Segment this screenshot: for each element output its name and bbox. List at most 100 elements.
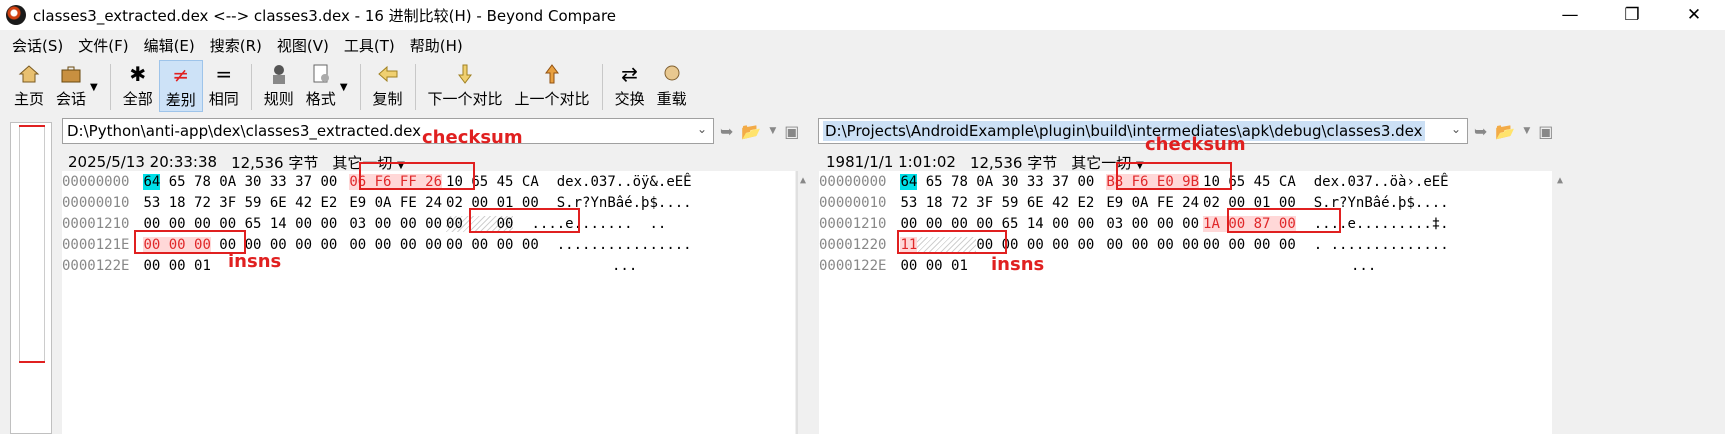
right-open-folder-icon[interactable]: 📂 <box>1495 122 1515 141</box>
hex-bytes-rest: 65 78 0A 30 33 37 00 <box>160 173 338 190</box>
copy-button[interactable]: 复制 <box>367 60 409 112</box>
same-label: 相同 <box>208 90 239 108</box>
offset-label: 0000122E <box>819 257 887 274</box>
left-scrollbar[interactable] <box>796 171 798 434</box>
arrow-down-icon <box>453 62 477 86</box>
not-equal-icon: ≠ <box>172 63 190 87</box>
menu-bar: 会话(S) 文件(F) 编辑(E) 搜索(R) 视图(V) 工具(T) 帮助(H… <box>0 32 1725 58</box>
thumbnail-overview[interactable] <box>10 122 52 434</box>
hex-bytes: 00 00 00 00 <box>446 236 539 253</box>
reload-icon <box>660 62 684 86</box>
offset-label: 00001210 <box>62 215 130 232</box>
hex-bytes: E9 0A FE 24 <box>349 194 443 211</box>
cursor-byte: 64 <box>900 173 918 190</box>
toolbar-separator <box>601 64 603 110</box>
left-hex-view[interactable]: 00000000 64 65 78 0A 30 33 37 00 06 F6 F… <box>62 127 806 434</box>
menu-search[interactable]: 搜索(R) <box>204 35 271 56</box>
format-document-icon <box>309 62 333 86</box>
reload-label: 重载 <box>656 90 687 108</box>
insns-annotation: insns <box>228 251 282 272</box>
hex-bytes: 03 00 00 00 <box>1106 215 1200 232</box>
show-all-button[interactable]: ✱ 全部 <box>117 60 159 112</box>
menu-edit[interactable]: 编辑(E) <box>138 35 204 56</box>
hex-bytes: 00 00 01 <box>143 257 211 274</box>
equal-icon: = <box>215 62 233 86</box>
right-path-input[interactable]: D:\Projects\AndroidExample\plugin\build\… <box>818 118 1468 144</box>
swap-button[interactable]: ⇄ 交换 <box>609 60 651 112</box>
rules-button[interactable]: 规则 <box>258 60 300 112</box>
hex-bytes: 00 00 00 00 <box>349 236 443 253</box>
hex-bytes: 64 65 78 0A 30 33 37 00 <box>900 173 1094 190</box>
toolbar-separator <box>109 64 111 110</box>
hex-bytes: 00 00 00 00 <box>1106 236 1200 253</box>
insns-annotation: insns <box>991 254 1045 275</box>
left-sync-icon[interactable]: ➥ <box>720 122 733 141</box>
left-save-icon[interactable]: ▣ <box>784 122 799 141</box>
home-label: 主页 <box>14 90 45 108</box>
prev-diff-label: 上一个对比 <box>514 90 590 108</box>
text-column: ... <box>1351 257 1377 274</box>
right-folder-dropdown-icon[interactable]: ▼ <box>1523 126 1530 136</box>
text-column: ... <box>612 257 638 274</box>
next-diff-button[interactable]: 下一个对比 <box>422 60 509 112</box>
briefcase-icon <box>59 62 83 86</box>
session-label: 会话 <box>56 90 87 108</box>
session-dropdown-icon[interactable]: ▼ <box>90 82 98 93</box>
offset-label: 00000000 <box>819 173 887 190</box>
left-date: 2025/5/13 20:33:38 <box>68 153 218 171</box>
session-button[interactable]: 会话 <box>50 60 92 112</box>
offset-label: 0000121E <box>62 236 130 253</box>
diff-marker <box>19 361 45 363</box>
hex-bytes: E9 0A FE 24 <box>1106 194 1200 211</box>
menu-view[interactable]: 视图(V) <box>271 35 338 56</box>
chevron-down-icon[interactable]: ⌄ <box>1451 122 1461 136</box>
scroll-up-icon[interactable]: ▲ <box>800 175 806 186</box>
right-sync-icon[interactable]: ➥ <box>1474 122 1487 141</box>
format-dropdown-icon[interactable]: ▼ <box>340 82 348 93</box>
arrow-left-icon <box>376 62 400 86</box>
hex-bytes: 03 00 00 00 <box>349 215 443 232</box>
right-size: 12,536 字节 <box>969 153 1058 172</box>
text-column: dex.037..öÿ&.eEÊ <box>556 173 692 190</box>
overview-track <box>19 125 45 363</box>
scroll-up-icon[interactable]: ▲ <box>1557 175 1563 186</box>
hex-bytes: 00 00 00 00 <box>1203 236 1296 253</box>
chevron-down-icon[interactable]: ⌄ <box>697 122 707 136</box>
left-path-input[interactable]: D:\Python\anti-app\dex\classes3_extracte… <box>62 118 714 144</box>
arrow-up-icon <box>540 62 564 86</box>
diff-marker <box>19 125 45 127</box>
reload-button[interactable]: 重载 <box>651 60 693 112</box>
right-hex-view[interactable]: 00000000 64 65 78 0A 30 33 37 00 B8 F6 E… <box>819 134 1563 434</box>
cursor-byte: 64 <box>143 173 161 190</box>
offset-label: 00000000 <box>62 173 130 190</box>
prev-diff-button[interactable]: 上一个对比 <box>509 60 596 112</box>
hex-bytes: 53 18 72 3F 59 6E 42 E2 <box>143 194 338 211</box>
left-folder-dropdown-icon[interactable]: ▼ <box>769 126 776 136</box>
maximize-button[interactable]: ❐ <box>1601 0 1663 30</box>
right-path-text: D:\Projects\AndroidExample\plugin\build\… <box>823 121 1425 141</box>
text-column: dex.037..öà›.eEÊ <box>1313 173 1449 190</box>
show-diff-button[interactable]: ≠ 差别 <box>158 60 203 112</box>
minimize-button[interactable]: — <box>1539 0 1601 30</box>
referee-icon <box>267 62 291 86</box>
home-button[interactable]: 主页 <box>8 60 50 112</box>
text-column: . .............. <box>1313 236 1449 253</box>
right-save-icon[interactable]: ▣ <box>1538 122 1553 141</box>
swap-icon: ⇄ <box>621 62 638 86</box>
offset-label: 0000122E <box>62 257 130 274</box>
left-open-folder-icon[interactable]: 📂 <box>741 122 761 141</box>
format-button[interactable]: 格式 <box>300 60 342 112</box>
hex-bytes: 00 00 01 <box>900 257 968 274</box>
menu-tools[interactable]: 工具(T) <box>338 35 404 56</box>
menu-help[interactable]: 帮助(H) <box>404 35 472 56</box>
offset-label: 00001210 <box>819 215 887 232</box>
left-size: 12,536 字节 <box>231 153 319 172</box>
menu-session[interactable]: 会话(S) <box>6 35 72 56</box>
close-button[interactable]: ✕ <box>1663 0 1725 30</box>
show-same-button[interactable]: = 相同 <box>203 60 245 112</box>
next-diff-label: 下一个对比 <box>427 90 503 108</box>
menu-file[interactable]: 文件(F) <box>72 35 137 56</box>
checksum-highlight-box <box>1116 162 1232 190</box>
home-icon <box>17 62 41 86</box>
format-label: 格式 <box>305 90 336 108</box>
